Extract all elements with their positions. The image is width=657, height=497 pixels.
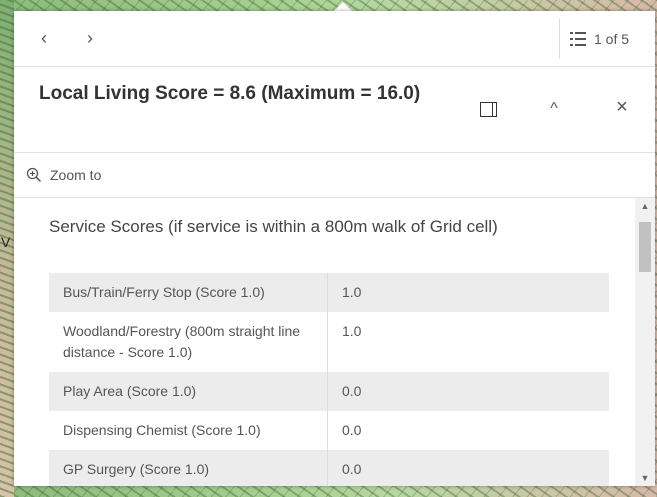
feature-count-label: 1 of 5 — [594, 31, 630, 47]
popup-navbar: ‹ › 1 of 5 — [14, 11, 655, 67]
scroll-thumb[interactable] — [639, 222, 651, 272]
popup-content[interactable]: Service Scores (if service is within a 8… — [14, 198, 655, 486]
field-name: Woodland/Forestry (800m straight line di… — [49, 312, 328, 372]
table-row: Play Area (Score 1.0) 0.0 — [49, 372, 609, 411]
close-icon[interactable]: × — [612, 97, 632, 117]
chevron-up-icon[interactable]: ^ — [544, 97, 564, 117]
field-name: Bus/Train/Ferry Stop (Score 1.0) — [49, 273, 328, 312]
content-scrollbar[interactable]: ▲ ▼ — [635, 198, 655, 486]
field-value: 0.0 — [327, 411, 609, 450]
popup-header: Local Living Score = 8.6 (Maximum = 16.0… — [14, 67, 655, 153]
chevron-right-icon[interactable]: › — [78, 25, 102, 51]
field-value: 1.0 — [327, 312, 609, 372]
field-value: 0.0 — [327, 450, 609, 486]
field-value: 1.0 — [327, 273, 609, 312]
list-icon — [570, 31, 586, 47]
zoom-to-button[interactable]: Zoom to — [26, 163, 101, 187]
table-row: GP Surgery (Score 1.0) 0.0 — [49, 450, 609, 486]
table-row: Bus/Train/Ferry Stop (Score 1.0) 1.0 — [49, 273, 609, 312]
field-name: GP Surgery (Score 1.0) — [49, 450, 328, 486]
field-name: Play Area (Score 1.0) — [49, 372, 328, 411]
scroll-up-arrow-icon[interactable]: ▲ — [635, 198, 655, 214]
feature-count-button[interactable]: 1 of 5 — [570, 27, 629, 51]
table-row: Dispensing Chemist (Score 1.0) 0.0 — [49, 411, 609, 450]
scroll-down-arrow-icon[interactable]: ▼ — [635, 470, 655, 486]
dock-icon[interactable] — [480, 102, 497, 117]
field-value: 0.0 — [327, 372, 609, 411]
table-row: Woodland/Forestry (800m straight line di… — [49, 312, 609, 372]
attribute-table: Bus/Train/Ferry Stop (Score 1.0) 1.0 Woo… — [49, 273, 609, 486]
popup-actions: Zoom to — [14, 153, 655, 198]
map-label: V — [1, 234, 11, 250]
chevron-left-icon[interactable]: ‹ — [32, 25, 56, 51]
zoom-to-label: Zoom to — [50, 167, 102, 183]
field-name: Dispensing Chemist (Score 1.0) — [49, 411, 328, 450]
section-title: Service Scores (if service is within a 8… — [49, 217, 498, 236]
popup-title: Local Living Score = 8.6 (Maximum = 16.0… — [39, 83, 421, 104]
nav-divider — [559, 19, 560, 59]
feature-popup: ‹ › 1 of 5 Local Living Score = 8.6 (Max… — [14, 11, 655, 486]
zoom-in-icon — [26, 167, 42, 183]
